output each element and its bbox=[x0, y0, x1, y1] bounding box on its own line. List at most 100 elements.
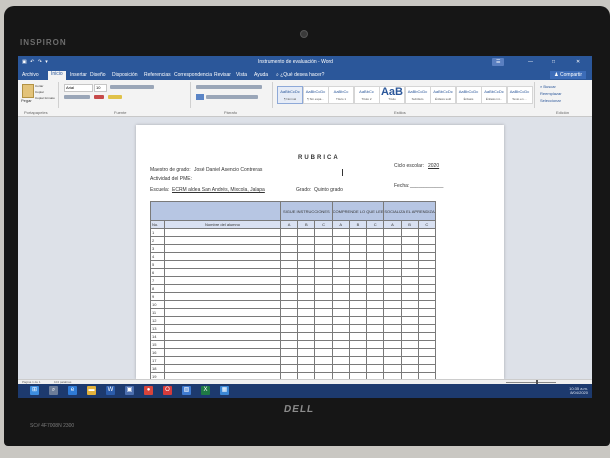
score-cell[interactable] bbox=[348, 348, 368, 357]
list-indent-buttons[interactable] bbox=[196, 85, 262, 89]
score-cell[interactable] bbox=[297, 348, 316, 357]
score-cell[interactable] bbox=[417, 356, 437, 365]
score-cell[interactable] bbox=[279, 292, 299, 301]
score-cell[interactable] bbox=[331, 236, 350, 245]
score-cell[interactable] bbox=[331, 276, 350, 285]
photos-icon[interactable]: ▧ bbox=[182, 386, 191, 395]
replace-button[interactable]: Reemplazar bbox=[540, 91, 562, 96]
score-cell[interactable] bbox=[297, 308, 316, 317]
student-name-cell[interactable] bbox=[164, 228, 281, 237]
score-cell[interactable] bbox=[400, 228, 419, 237]
score-cell[interactable] bbox=[348, 268, 368, 277]
score-cell[interactable] bbox=[331, 228, 350, 237]
file-explorer-icon[interactable]: ▬ bbox=[87, 386, 96, 395]
table-row[interactable]: 15 bbox=[150, 340, 437, 349]
student-name-cell[interactable] bbox=[164, 236, 281, 245]
score-cell[interactable] bbox=[383, 324, 402, 333]
score-cell[interactable] bbox=[331, 316, 350, 325]
score-cell[interactable] bbox=[383, 260, 402, 269]
score-cell[interactable] bbox=[314, 228, 333, 237]
score-cell[interactable] bbox=[400, 300, 419, 309]
chrome-icon[interactable]: ● bbox=[144, 386, 153, 395]
score-cell[interactable] bbox=[383, 228, 402, 237]
score-cell[interactable] bbox=[400, 308, 419, 317]
score-cell[interactable] bbox=[331, 364, 350, 373]
score-cell[interactable] bbox=[400, 252, 419, 261]
tab-archivo[interactable]: Archivo bbox=[22, 72, 39, 78]
student-name-cell[interactable] bbox=[164, 292, 281, 301]
score-cell[interactable] bbox=[297, 324, 316, 333]
score-cell[interactable] bbox=[417, 332, 437, 341]
score-cell[interactable] bbox=[366, 292, 385, 301]
score-cell[interactable] bbox=[400, 324, 419, 333]
style-option[interactable]: AaBbCcDc Énfasis bbox=[455, 86, 482, 104]
style-option[interactable]: AaBbCc Título 2 bbox=[353, 86, 380, 104]
score-cell[interactable] bbox=[314, 236, 333, 245]
table-row[interactable]: 13 bbox=[150, 324, 437, 333]
score-cell[interactable] bbox=[417, 268, 437, 277]
score-cell[interactable] bbox=[400, 260, 419, 269]
score-cell[interactable] bbox=[331, 356, 350, 365]
score-cell[interactable] bbox=[297, 276, 316, 285]
score-cell[interactable] bbox=[314, 268, 333, 277]
score-cell[interactable] bbox=[348, 340, 368, 349]
score-cell[interactable] bbox=[314, 276, 333, 285]
score-cell[interactable] bbox=[400, 364, 419, 373]
table-row[interactable]: 5 bbox=[150, 260, 437, 269]
score-cell[interactable] bbox=[279, 268, 299, 277]
align-left-button[interactable] bbox=[196, 94, 204, 100]
student-name-cell[interactable] bbox=[164, 316, 281, 325]
score-cell[interactable] bbox=[348, 252, 368, 261]
score-cell[interactable] bbox=[279, 316, 299, 325]
score-cell[interactable] bbox=[279, 284, 299, 293]
windows-logo-icon[interactable]: ⊞ bbox=[30, 386, 39, 395]
table-row[interactable]: 17 bbox=[150, 356, 437, 365]
score-cell[interactable] bbox=[417, 284, 437, 293]
student-name-cell[interactable] bbox=[164, 260, 281, 269]
score-cell[interactable] bbox=[314, 324, 333, 333]
score-cell[interactable] bbox=[348, 356, 368, 365]
score-cell[interactable] bbox=[331, 332, 350, 341]
score-cell[interactable] bbox=[366, 252, 385, 261]
score-cell[interactable] bbox=[297, 260, 316, 269]
tab-ayuda[interactable]: Ayuda bbox=[254, 72, 268, 78]
style-option[interactable]: AaBbCc Título 1 bbox=[328, 86, 354, 104]
paste-icon[interactable] bbox=[22, 84, 34, 98]
student-name-cell[interactable] bbox=[164, 284, 281, 293]
table-row[interactable]: 4 bbox=[150, 252, 437, 261]
share-button[interactable]: ♟ Compartir bbox=[550, 71, 586, 79]
score-cell[interactable] bbox=[279, 228, 299, 237]
score-cell[interactable] bbox=[400, 276, 419, 285]
tab-revisar[interactable]: Revisar bbox=[214, 72, 231, 78]
edge-icon[interactable]: e bbox=[68, 386, 77, 395]
style-option[interactable]: AaBbCcDc Énfasis sutil bbox=[430, 86, 456, 104]
tell-me-search[interactable]: ⌕ ¿Qué desea hacer? bbox=[276, 72, 324, 78]
score-cell[interactable] bbox=[366, 316, 385, 325]
score-cell[interactable] bbox=[400, 316, 419, 325]
font-format-buttons[interactable] bbox=[110, 85, 154, 89]
score-cell[interactable] bbox=[331, 292, 350, 301]
tab-referencias[interactable]: Referencias bbox=[144, 72, 171, 78]
score-cell[interactable] bbox=[383, 252, 402, 261]
table-row[interactable]: 1 bbox=[150, 228, 437, 237]
score-cell[interactable] bbox=[400, 332, 419, 341]
score-cell[interactable] bbox=[279, 300, 299, 309]
score-cell[interactable] bbox=[297, 332, 316, 341]
score-cell[interactable] bbox=[331, 348, 350, 357]
score-cell[interactable] bbox=[383, 348, 402, 357]
score-cell[interactable] bbox=[279, 276, 299, 285]
score-cell[interactable] bbox=[348, 300, 368, 309]
score-cell[interactable] bbox=[279, 348, 299, 357]
score-cell[interactable] bbox=[417, 236, 437, 245]
score-cell[interactable] bbox=[417, 308, 437, 317]
cut-button[interactable]: Cortar bbox=[35, 84, 43, 88]
score-cell[interactable] bbox=[348, 308, 368, 317]
style-option[interactable]: AaBbCcDc Énfasis int... bbox=[481, 86, 507, 104]
style-option[interactable]: AaBbCcDc Texto en ... bbox=[506, 86, 533, 104]
document-area[interactable]: RUBRICA Maestro de grado: José Daniel As… bbox=[18, 117, 592, 389]
select-button[interactable]: Seleccionar bbox=[540, 98, 561, 103]
table-row[interactable]: 18 bbox=[150, 364, 437, 373]
score-cell[interactable] bbox=[297, 228, 316, 237]
score-cell[interactable] bbox=[279, 340, 299, 349]
score-cell[interactable] bbox=[297, 284, 316, 293]
